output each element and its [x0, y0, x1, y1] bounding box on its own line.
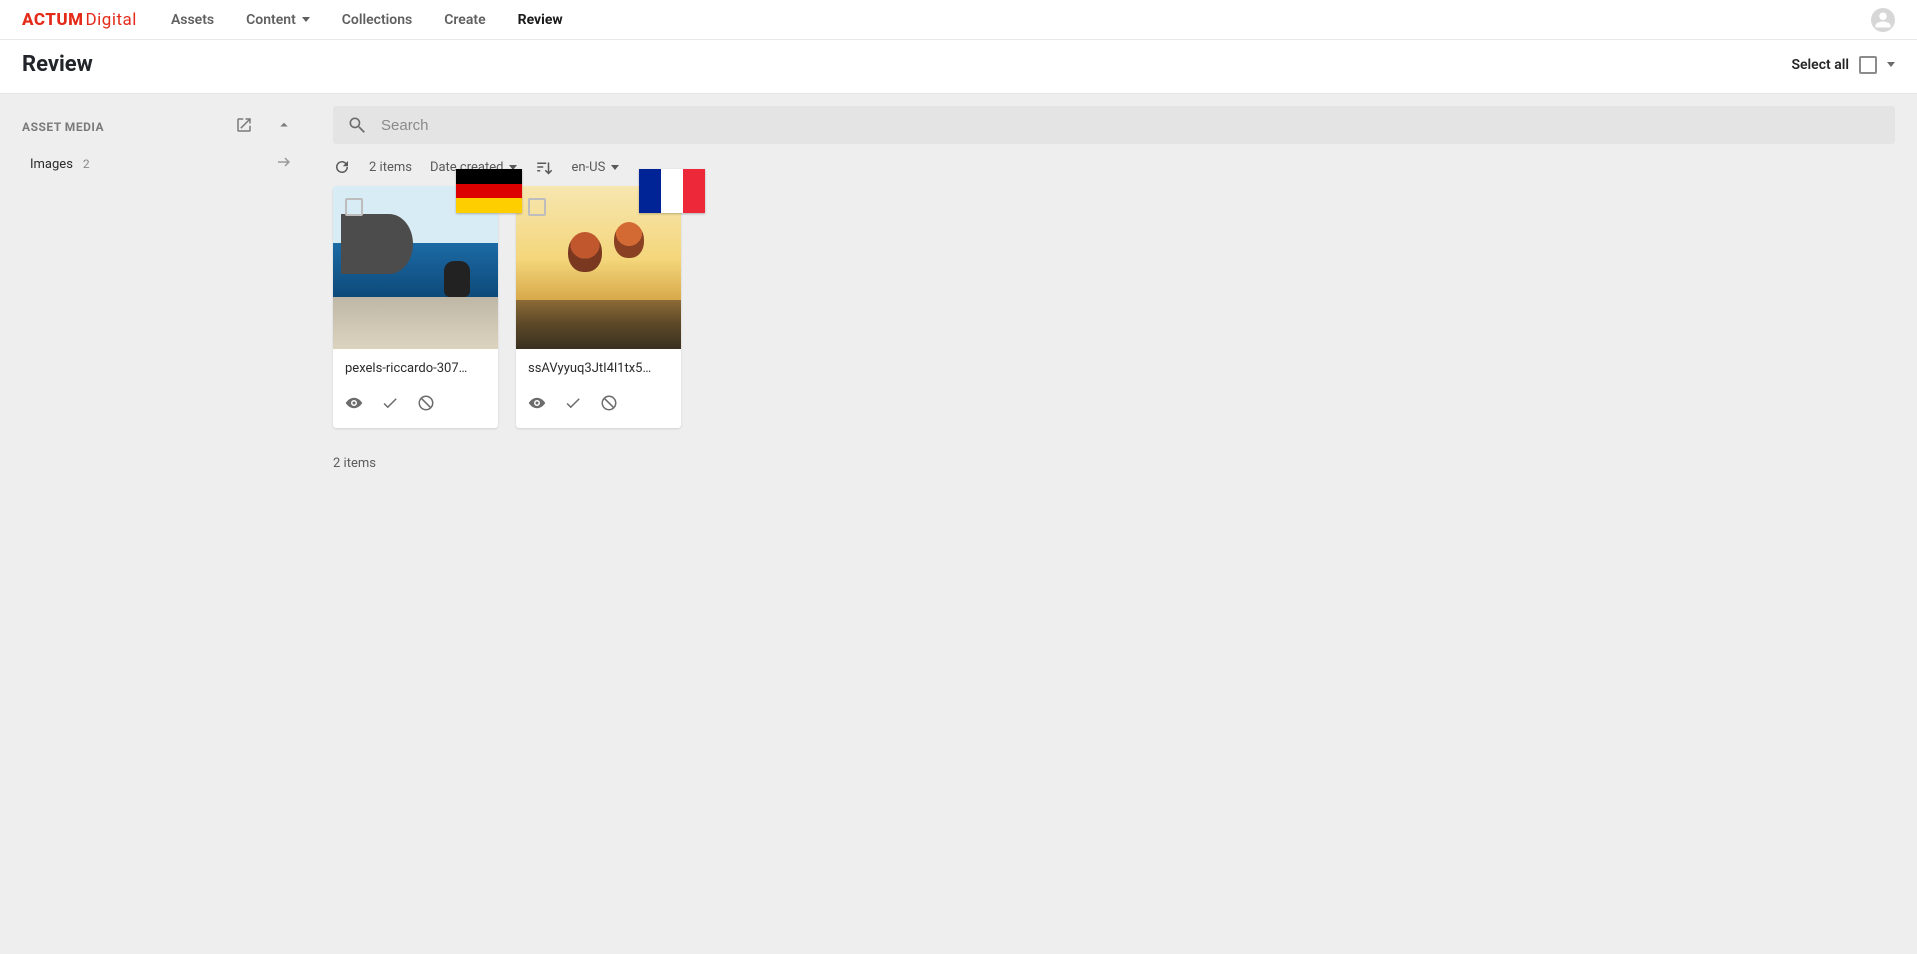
nav-review-label: Review	[518, 12, 563, 28]
main-panel: 2 items Date created en-US	[315, 94, 1917, 951]
reject-button[interactable]	[600, 394, 618, 416]
asset-title: ssAVyyuq3JtI4l1tx5…	[528, 361, 669, 376]
nav-create-label: Create	[444, 12, 485, 28]
brand-part1: ACTUM	[22, 10, 84, 30]
toolbar: 2 items Date created en-US	[333, 158, 1895, 176]
chevron-down-icon	[611, 165, 619, 170]
locale-dropdown[interactable]: en-US	[571, 160, 619, 175]
chevron-down-icon	[302, 17, 310, 22]
open-external-icon[interactable]	[235, 116, 253, 137]
nav-assets[interactable]: Assets	[155, 2, 230, 38]
sidebar-item-label: Images	[30, 157, 73, 172]
preview-button[interactable]	[345, 394, 363, 416]
sidebar: ASSET MEDIA Images 2	[0, 94, 315, 951]
nav-collections[interactable]: Collections	[326, 2, 428, 38]
asset-title: pexels-riccardo-307…	[345, 361, 486, 376]
nav-assets-label: Assets	[171, 12, 214, 28]
brand-logo[interactable]: ACTUM Digital	[22, 10, 137, 30]
brand-part2: Digital	[86, 10, 137, 30]
nav-content-label: Content	[246, 12, 296, 28]
search-icon	[347, 115, 367, 135]
card-actions	[516, 386, 681, 428]
arrow-right-icon	[275, 153, 293, 175]
search-input[interactable]	[379, 116, 1881, 135]
chevron-down-icon[interactable]	[1887, 62, 1895, 67]
asset-card[interactable]: pexels-riccardo-307…	[333, 186, 498, 428]
title-bar: Review Select all	[0, 40, 1917, 94]
item-count: 2 items	[369, 160, 412, 175]
sort-direction-button[interactable]	[535, 158, 553, 176]
collapse-icon[interactable]	[275, 116, 293, 137]
flag-fr-icon	[639, 169, 705, 213]
sidebar-title: ASSET MEDIA	[22, 120, 104, 134]
nav-items: Assets Content Collections Create Review	[155, 2, 579, 38]
preview-button[interactable]	[528, 394, 546, 416]
select-all[interactable]: Select all	[1791, 56, 1895, 74]
sidebar-item-images[interactable]: Images 2	[12, 143, 303, 185]
search-bar[interactable]	[333, 106, 1895, 144]
nav-create[interactable]: Create	[428, 2, 501, 38]
select-all-checkbox[interactable]	[1859, 56, 1877, 74]
footer-item-count: 2 items	[333, 456, 1895, 471]
card-checkbox[interactable]	[528, 198, 546, 216]
sidebar-header: ASSET MEDIA	[12, 110, 303, 143]
select-all-label: Select all	[1791, 57, 1849, 73]
approve-button[interactable]	[564, 394, 582, 416]
user-avatar[interactable]	[1871, 8, 1895, 32]
card-checkbox[interactable]	[345, 198, 363, 216]
asset-grid: pexels-riccardo-307… ssAVyyuq3JtI4l1tx5…	[333, 186, 1895, 428]
refresh-button[interactable]	[333, 158, 351, 176]
page-title: Review	[22, 52, 93, 77]
user-icon	[1874, 11, 1892, 29]
sidebar-item-count: 2	[83, 157, 90, 171]
nav-collections-label: Collections	[342, 12, 412, 28]
nav-review[interactable]: Review	[502, 2, 579, 38]
locale-label: en-US	[571, 160, 605, 175]
reject-button[interactable]	[417, 394, 435, 416]
approve-button[interactable]	[381, 394, 399, 416]
top-navbar: ACTUM Digital Assets Content Collections…	[0, 0, 1917, 40]
flag-de-icon	[456, 169, 522, 213]
card-actions	[333, 386, 498, 428]
asset-card[interactable]: ssAVyyuq3JtI4l1tx5…	[516, 186, 681, 428]
nav-content[interactable]: Content	[230, 2, 326, 38]
